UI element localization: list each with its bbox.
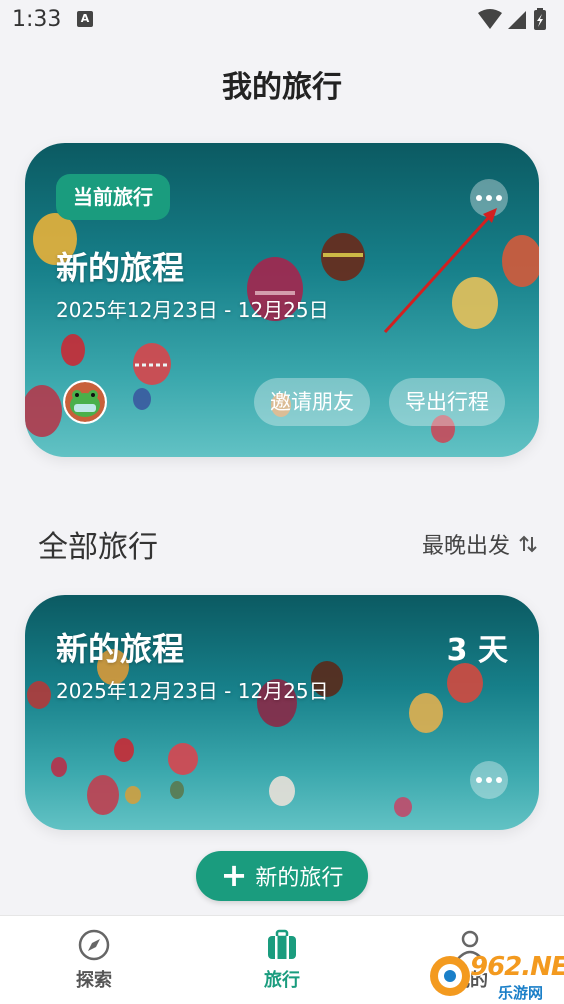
more-options-button[interactable] [470, 761, 508, 799]
avatar[interactable] [63, 380, 107, 424]
new-trip-label: 新的旅行 [255, 866, 344, 891]
current-trip-card[interactable]: 当前旅行 新的旅程 2025年12月23日 - 12月25日 邀请朋友 导出行程 [25, 143, 539, 457]
suitcase-icon [268, 929, 296, 959]
trip-name: 新的旅程 [56, 630, 185, 668]
watermark-logo: 962.NET 乐游网 [420, 950, 564, 1004]
watermark-text: 962.NET [470, 952, 564, 982]
current-trip-badge: 当前旅行 [56, 174, 170, 220]
signal-icon [508, 11, 526, 29]
export-itinerary-button[interactable]: 导出行程 [389, 378, 505, 426]
trip-list-item[interactable]: 新的旅程 2025年12月23日 - 12月25日 3 天 [25, 595, 539, 830]
trip-name: 新的旅程 [56, 249, 185, 287]
nav-label-trips: 旅行 [264, 970, 300, 991]
nav-label-explore: 探索 [76, 970, 112, 991]
trip-dates: 2025年12月23日 - 12月25日 [56, 298, 329, 322]
frog-avatar-icon [65, 382, 105, 422]
plus-icon: + [220, 855, 248, 894]
sort-icon [519, 535, 537, 553]
status-bar: 1:33 A [0, 0, 564, 40]
compass-icon [78, 929, 110, 961]
battery-icon [534, 8, 546, 30]
sort-button[interactable]: 最晚出发 [422, 528, 538, 560]
new-trip-button[interactable]: + 新的旅行 [196, 851, 368, 901]
status-icons [478, 8, 546, 30]
page-title: 我的旅行 [222, 70, 342, 105]
sort-label: 最晚出发 [421, 534, 510, 559]
trip-duration: 3 天 [446, 633, 508, 668]
notification-icon: A [77, 11, 93, 27]
wifi-icon [478, 9, 502, 29]
invite-friends-button[interactable]: 邀请朋友 [254, 378, 370, 426]
watermark-subtext: 乐游网 [498, 984, 544, 1002]
nav-item-trips[interactable]: 旅行 [232, 928, 332, 992]
nav-item-explore[interactable]: 探索 [44, 928, 144, 992]
section-title: 全部旅行 [38, 530, 158, 565]
more-options-button[interactable] [470, 179, 508, 217]
status-time: 1:33 [12, 7, 62, 32]
watermark-icon [430, 956, 470, 996]
trip-dates: 2025年12月23日 - 12月25日 [56, 679, 329, 703]
